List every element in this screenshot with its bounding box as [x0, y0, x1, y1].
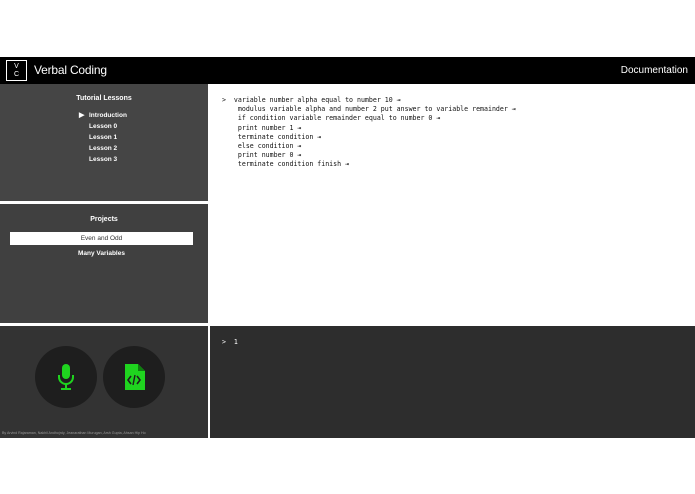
microphone-button[interactable]	[35, 346, 97, 408]
verbal-coding-app: V C Verbal Coding Documentation Tutorial…	[0, 57, 695, 438]
lesson-item-2[interactable]: Lesson 2	[89, 143, 127, 154]
projects-panel: Projects Even and Odd Many Variables	[0, 204, 208, 323]
lesson-label: Introduction	[89, 112, 127, 119]
voice-controls-panel: By Arvind Rajaraman, Nakhil Andhojrdy, J…	[0, 326, 208, 438]
code-text: > variable number alpha equal to number …	[222, 96, 516, 169]
output-text: > 1	[222, 338, 238, 346]
logo-letter-bottom: C	[13, 71, 20, 78]
projects-heading: Projects	[90, 216, 118, 223]
tutorial-lessons-panel: Tutorial Lessons ▶ Introduction Lesson 0…	[0, 84, 208, 201]
lesson-item-3[interactable]: Lesson 3	[89, 154, 127, 165]
lesson-list: ▶ Introduction Lesson 0 Lesson 1 Lesson …	[79, 110, 127, 165]
code-file-button[interactable]	[103, 346, 165, 408]
code-editor[interactable]: > variable number alpha equal to number …	[210, 84, 695, 323]
microphone-icon	[58, 364, 74, 390]
lesson-item-0[interactable]: Lesson 0	[89, 121, 127, 132]
logo-letter-top: V	[14, 63, 19, 70]
app-logo: V C	[6, 60, 27, 81]
output-console: > 1	[210, 326, 695, 438]
lessons-heading: Tutorial Lessons	[76, 95, 132, 102]
project-item-even-and-odd[interactable]: Even and Odd	[10, 232, 193, 245]
credits-text: By Arvind Rajaraman, Nakhil Andhojrdy, J…	[2, 431, 146, 435]
lesson-label: Lesson 0	[89, 123, 118, 130]
lesson-label: Lesson 3	[89, 156, 118, 163]
project-item-many-variables[interactable]: Many Variables	[10, 247, 193, 260]
lesson-item-introduction[interactable]: ▶ Introduction	[79, 110, 127, 121]
lesson-label: Lesson 1	[89, 134, 118, 141]
lesson-item-1[interactable]: Lesson 1	[89, 132, 127, 143]
project-list: Even and Odd Many Variables	[10, 232, 193, 262]
code-file-icon	[125, 364, 145, 390]
play-arrow-icon: ▶	[79, 112, 85, 119]
top-bar: V C Verbal Coding Documentation	[0, 57, 695, 84]
app-title: Verbal Coding	[34, 63, 107, 77]
lesson-label: Lesson 2	[89, 145, 118, 152]
documentation-link[interactable]: Documentation	[621, 65, 688, 76]
